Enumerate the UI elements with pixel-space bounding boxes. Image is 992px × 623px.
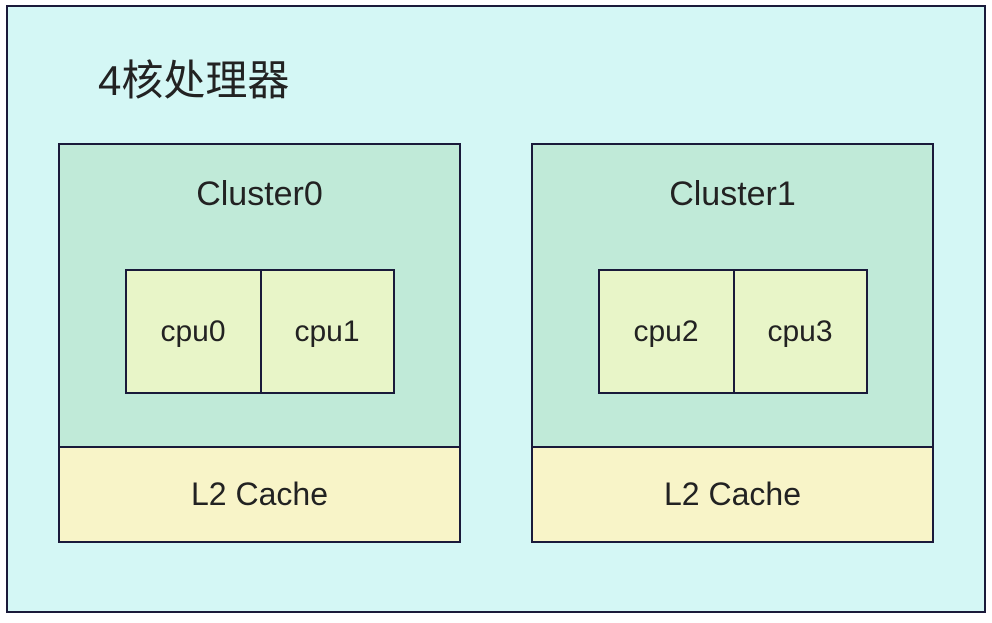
processor-diagram: 4核处理器 Cluster0 cpu0 cpu1 L2 Cache Cluste… (6, 5, 986, 613)
clusters-row: Cluster0 cpu0 cpu1 L2 Cache Cluster1 cpu… (48, 143, 944, 543)
cluster-1-box: Cluster1 cpu2 cpu3 (531, 143, 934, 448)
cluster-1-cpu-row: cpu2 cpu3 (598, 269, 868, 394)
cluster-1-wrapper: Cluster1 cpu2 cpu3 L2 Cache (531, 143, 934, 543)
cluster-0-cpu-row: cpu0 cpu1 (125, 269, 395, 394)
cluster-1-label: Cluster1 (669, 175, 796, 214)
cpu-3-box: cpu3 (733, 269, 868, 394)
cluster-1-cache: L2 Cache (531, 448, 934, 543)
cpu-2-box: cpu2 (598, 269, 733, 394)
cluster-0-wrapper: Cluster0 cpu0 cpu1 L2 Cache (58, 143, 461, 543)
cluster-0-label: Cluster0 (196, 175, 323, 214)
cpu-1-box: cpu1 (260, 269, 395, 394)
cluster-0-cache: L2 Cache (58, 448, 461, 543)
cpu-0-box: cpu0 (125, 269, 260, 394)
diagram-title: 4核处理器 (98, 47, 944, 108)
cluster-0-box: Cluster0 cpu0 cpu1 (58, 143, 461, 448)
